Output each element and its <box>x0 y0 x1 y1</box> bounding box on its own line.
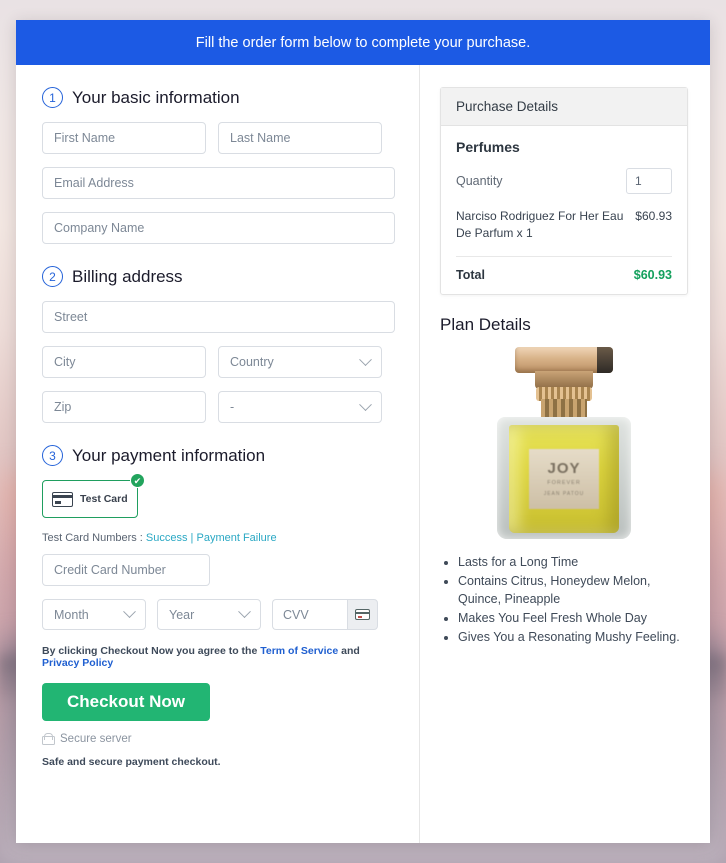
expiry-month-value: Month <box>54 607 89 622</box>
state-select[interactable]: - <box>218 391 382 423</box>
total-amount: $60.93 <box>633 267 672 282</box>
line-item-name: Narciso Rodriguez For Her Eau De Parfum … <box>456 209 624 241</box>
company-row: Company Name <box>42 212 395 244</box>
section-billing-address-title: Billing address <box>72 266 183 286</box>
list-item: Contains Citrus, Honeydew Melon, Quince,… <box>458 572 688 608</box>
credit-card-icon <box>52 491 73 507</box>
summary-column: Purchase Details Perfumes Quantity Narci… <box>420 65 710 843</box>
checkout-columns: 1 Your basic information First Name Last… <box>16 65 710 843</box>
expiry-cvv-row: Month Year CVV <box>42 599 395 630</box>
purchase-details-header: Purchase Details <box>441 88 687 126</box>
quantity-label: Quantity <box>456 174 503 188</box>
product-image: JOY FOREVER JEAN PATOU <box>440 345 688 541</box>
expiry-year-select[interactable]: Year <box>157 599 261 630</box>
checkout-card: Fill the order form below to complete yo… <box>16 20 710 843</box>
checkout-now-button[interactable]: Checkout Now <box>42 683 210 721</box>
step-badge-2: 2 <box>42 266 63 287</box>
list-item: Lasts for a Long Time <box>458 553 688 571</box>
state-select-value: - <box>230 400 235 414</box>
cvv-card-icon-button[interactable] <box>347 599 378 630</box>
line-item-row: Narciso Rodriguez For Her Eau De Parfum … <box>456 208 672 257</box>
city-country-row: City Country <box>42 346 395 378</box>
cvv-field-group: CVV <box>272 599 378 630</box>
check-circle-icon: ✔ <box>130 473 145 488</box>
email-row: Email Address <box>42 167 395 199</box>
test-card-success-link[interactable]: Success <box>146 532 188 544</box>
name-row: First Name Last Name <box>42 122 395 154</box>
terms-agreement-text: By clicking Checkout Now you agree to th… <box>42 645 395 669</box>
quantity-row: Quantity <box>456 168 672 194</box>
country-select-value: Country <box>230 355 274 369</box>
order-form-column: 1 Your basic information First Name Last… <box>16 65 420 843</box>
credit-card-icon <box>355 609 370 620</box>
lock-icon <box>42 733 55 745</box>
test-card-numbers-line: Test Card Numbers : Success | Payment Fa… <box>42 532 395 544</box>
bottle-label-brand: JOY <box>547 460 581 478</box>
terms-prefix: By clicking Checkout Now you agree to th… <box>42 645 261 657</box>
quantity-input[interactable] <box>626 168 672 194</box>
expiry-year-value: Year <box>169 607 195 622</box>
term-of-service-link[interactable]: Term of Service <box>260 645 338 657</box>
last-name-input[interactable]: Last Name <box>218 122 382 154</box>
chevron-down-icon <box>238 605 251 619</box>
bottle-cap-top <box>515 346 613 373</box>
section-basic-information-header: 1 Your basic information <box>42 87 395 108</box>
test-card-numbers-label: Test Card Numbers : <box>42 532 146 544</box>
plan-feature-list: Lasts for a Long Time Contains Citrus, H… <box>440 553 688 647</box>
safe-checkout-note: Safe and secure payment checkout. <box>42 756 221 768</box>
privacy-policy-link[interactable]: Privacy Policy <box>42 657 113 669</box>
list-item: Gives You a Resonating Mushy Feeling. <box>458 628 688 646</box>
chevron-down-icon <box>123 605 136 619</box>
section-payment-information-header: 3 Your payment information <box>42 445 395 466</box>
section-basic-information-title: Your basic information <box>72 87 240 107</box>
company-name-input[interactable]: Company Name <box>42 212 395 244</box>
section-billing-address-header: 2 Billing address <box>42 266 395 287</box>
zip-input[interactable]: Zip <box>42 391 206 423</box>
first-name-input[interactable]: First Name <box>42 122 206 154</box>
chevron-down-icon <box>359 352 372 366</box>
street-input[interactable]: Street <box>42 301 395 333</box>
bottle-label-line2: JEAN PATOU <box>543 491 585 498</box>
section-payment-information-title: Your payment information <box>72 445 266 465</box>
perfume-bottle-illustration: JOY FOREVER JEAN PATOU <box>489 345 639 541</box>
zip-state-row: Zip - <box>42 391 395 423</box>
bottle-label: JOY FOREVER JEAN PATOU <box>529 448 599 509</box>
test-card-label: Test Card <box>80 493 128 505</box>
expiry-month-select[interactable]: Month <box>42 599 146 630</box>
step-badge-3: 3 <box>42 445 63 466</box>
line-item-price: $60.93 <box>635 209 672 223</box>
page-banner: Fill the order form below to complete yo… <box>16 20 710 65</box>
email-input[interactable]: Email Address <box>42 167 395 199</box>
test-card-payment-method[interactable]: Test Card ✔ <box>42 473 145 518</box>
city-input[interactable]: City <box>42 346 206 378</box>
country-select[interactable]: Country <box>218 346 382 378</box>
street-row: Street <box>42 301 395 333</box>
product-category-label: Perfumes <box>456 139 520 155</box>
total-label: Total <box>456 267 485 282</box>
purchase-details-card: Purchase Details Perfumes Quantity Narci… <box>440 87 688 295</box>
secure-server-text: Secure server <box>60 733 132 745</box>
credit-card-number-input[interactable]: Credit Card Number <box>42 554 210 586</box>
chevron-down-icon <box>359 397 372 411</box>
step-badge-1: 1 <box>42 87 63 108</box>
bottle-label-line1: FOREVER <box>547 480 581 487</box>
purchase-details-body: Perfumes Quantity Narciso Rodriguez For … <box>441 126 687 294</box>
test-card-failure-link[interactable]: Payment Failure <box>196 532 276 544</box>
plan-details-title: Plan Details <box>440 314 531 334</box>
total-row: Total $60.93 <box>456 257 672 282</box>
secure-server-row: Secure server <box>42 733 395 745</box>
cvv-input[interactable]: CVV <box>272 599 347 630</box>
terms-middle: and <box>338 645 360 657</box>
banner-text: Fill the order form below to complete yo… <box>195 34 531 51</box>
list-item: Makes You Feel Fresh Whole Day <box>458 609 688 627</box>
